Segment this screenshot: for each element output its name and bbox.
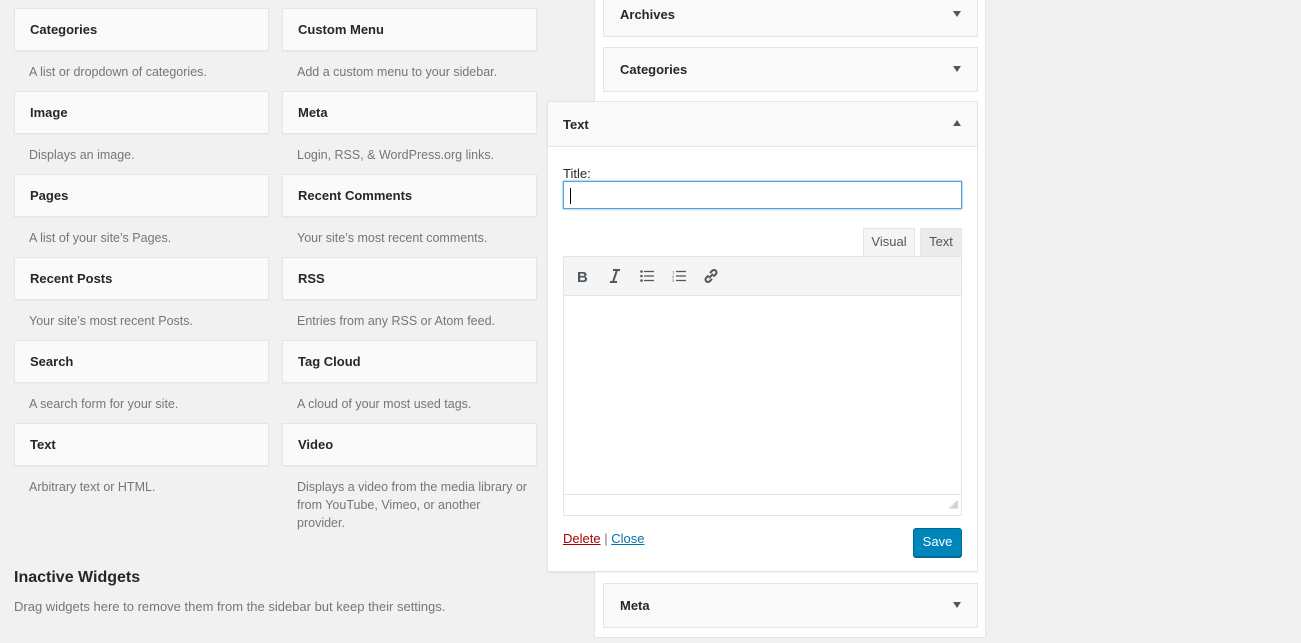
widget-description: A search form for your site. [29,397,179,411]
italic-icon[interactable] [604,265,626,287]
widget-title: RSS [298,271,325,286]
widget-description: Arbitrary text or HTML. [29,480,156,494]
widget-tile-recent-comments[interactable]: Recent Comments [282,174,537,217]
widget-tile-pages[interactable]: Pages [14,174,269,217]
separator: | [604,531,608,546]
widget-header[interactable]: Text [548,102,977,147]
widget-title: Recent Posts [30,271,113,286]
widget-tile-image[interactable]: Image [14,91,269,134]
widget-title: Search [30,354,74,369]
svg-text:3: 3 [672,278,675,282]
sidebar-widget-meta[interactable]: Meta [603,583,978,628]
widget-description: Add a custom menu to your sidebar. [297,65,498,79]
widget-title: Tag Cloud [298,354,361,369]
numbered-list-icon[interactable]: 123 [668,265,690,287]
widget-title: Video [298,437,334,452]
widget-title: Custom Menu [298,22,384,37]
widget-tile-meta[interactable]: Meta [282,91,537,134]
widget-tile-text[interactable]: Text [14,423,269,466]
collapse-arrow-icon[interactable] [953,120,961,126]
widget-tile-search[interactable]: Search [14,340,269,383]
widget-title: Text [30,437,56,452]
editor-toolbar: B 123 [564,257,961,296]
widget-description: A list of your site’s Pages. [29,231,172,245]
sidebar-widget-categories[interactable]: Categories [603,47,978,92]
link-icon[interactable] [700,265,722,287]
widget-description: A list or dropdown of categories. [29,65,207,79]
save-button[interactable]: Save [913,528,962,557]
text-caret [570,188,571,204]
widget-description: Your site’s most recent comments. [297,231,488,245]
close-link[interactable]: Close [611,531,644,546]
widget-tile-tag-cloud[interactable]: Tag Cloud [282,340,537,383]
title-input[interactable] [563,181,962,209]
widget-description: Displays a video from the media library … [297,480,527,530]
widget-tile-video[interactable]: Video [282,423,537,466]
inactive-widgets-description: Drag widgets here to remove them from th… [14,599,446,614]
inactive-widgets-title: Inactive Widgets [14,569,141,586]
expand-arrow-icon[interactable] [953,66,961,72]
bold-icon[interactable]: B [572,265,594,287]
widget-description: Displays an image. [29,148,135,162]
expand-arrow-icon[interactable] [953,11,961,17]
widget-tile-categories[interactable]: Categories [14,8,269,51]
widget-title: Categories [30,22,98,37]
widget-title: Image [30,105,68,120]
widget-description: Entries from any RSS or Atom feed. [297,314,495,328]
tab-visual[interactable]: Visual [863,228,915,256]
title-label: Title: [563,166,591,181]
widget-tile-custom-menu[interactable]: Custom Menu [282,8,537,51]
sidebar-widget-archives[interactable]: Archives [603,0,978,37]
widget-description: Login, RSS, & WordPress.org links. [297,148,495,162]
tab-text[interactable]: Text [920,228,962,256]
widget-title: Archives [620,7,675,22]
widget-tile-rss[interactable]: RSS [282,257,537,300]
svg-text:B: B [577,269,588,283]
sidebar-widget-text-open: Text Title: Visual Text B 123 Delete | C… [547,101,978,572]
editor-statusbar [564,494,961,515]
widget-description: A cloud of your most used tags. [297,397,472,411]
delete-link[interactable]: Delete [563,531,601,546]
text-editor[interactable]: B 123 [563,256,962,516]
widget-title: Meta [298,105,328,120]
resize-handle-icon[interactable] [949,497,958,512]
expand-arrow-icon[interactable] [953,602,961,608]
widget-title: Pages [30,188,69,203]
widget-title: Text [563,117,589,132]
widget-description: Your site’s most recent Posts. [29,314,193,328]
widget-title: Categories [620,62,688,77]
widget-actions: Delete | Close [563,531,644,546]
widget-tile-recent-posts[interactable]: Recent Posts [14,257,269,300]
widget-title: Meta [620,598,650,613]
bullet-list-icon[interactable] [636,265,658,287]
widget-title: Recent Comments [298,188,413,203]
